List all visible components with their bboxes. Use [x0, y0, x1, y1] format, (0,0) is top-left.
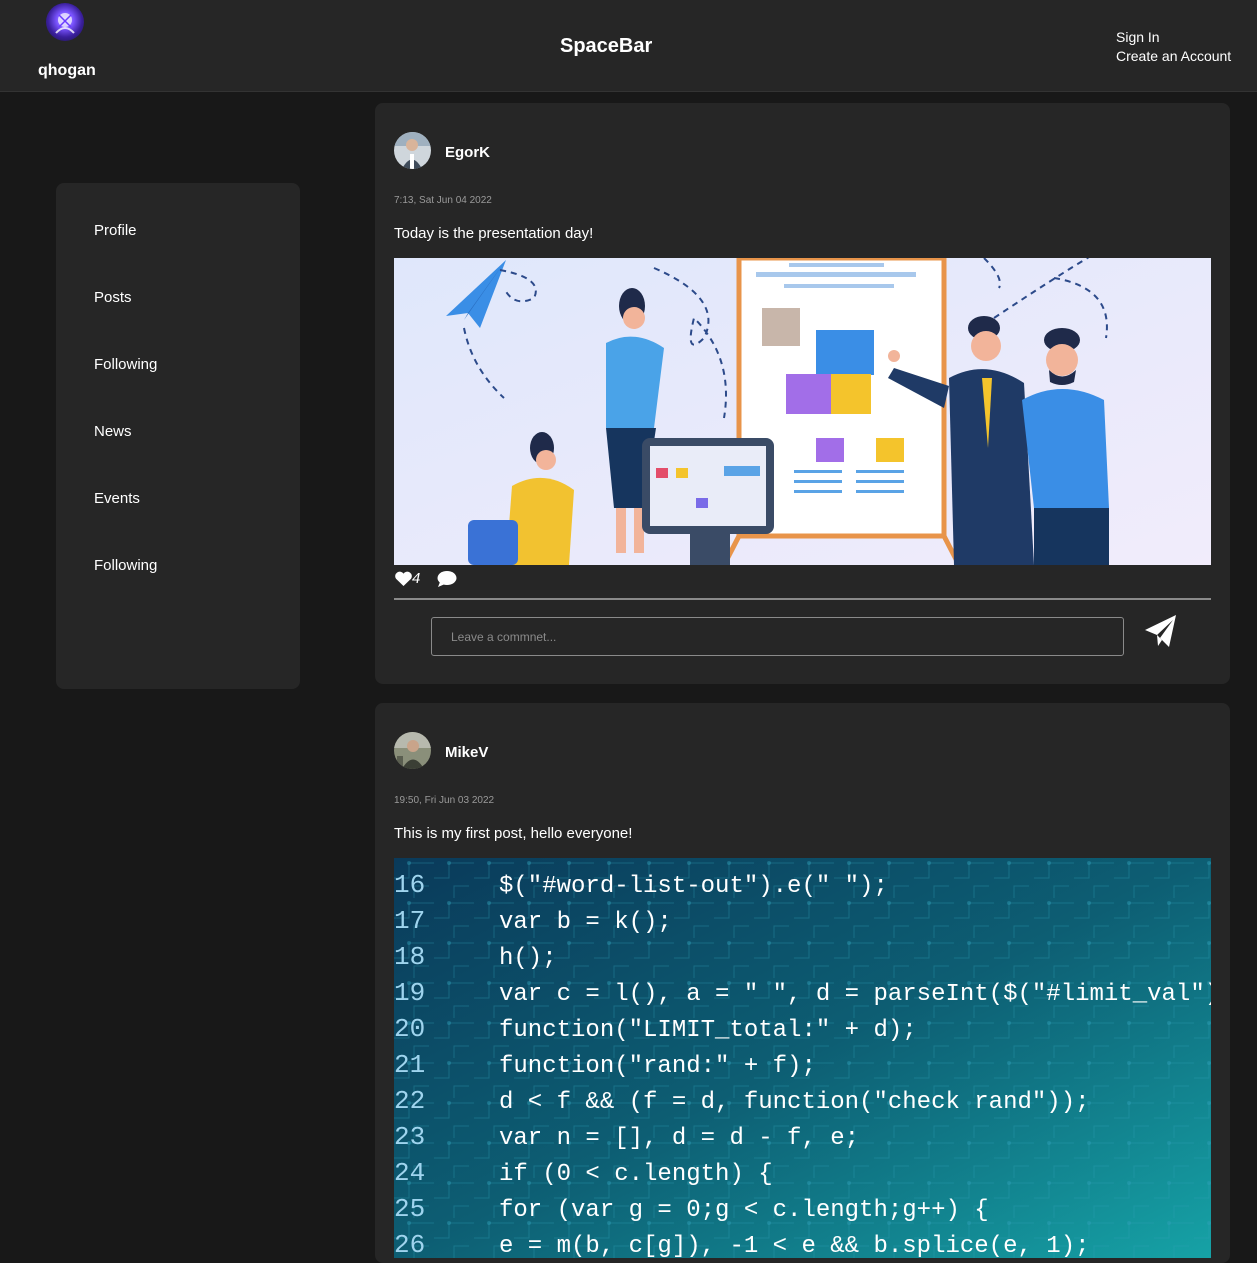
- code-line-text: function("rand:" + f);: [499, 1053, 816, 1080]
- post-card: EgorK 7:13, Sat Jun 04 2022 Today is the…: [375, 103, 1230, 684]
- sidebar-item-posts[interactable]: Posts: [94, 289, 132, 306]
- post-card: MikeV 19:50, Fri Jun 03 2022 This is my …: [375, 703, 1230, 1263]
- sidebar-item-events[interactable]: Events: [94, 490, 140, 507]
- code-line-text: for (var g = 0;g < c.length;g++) {: [499, 1197, 989, 1224]
- code-line-number: 24: [394, 1158, 425, 1188]
- code-line-text: var n = [], d = d - f, e;: [499, 1125, 859, 1152]
- current-user[interactable]: qhogan: [28, 0, 108, 91]
- sidebar-item-profile[interactable]: Profile: [94, 222, 137, 239]
- code-line-text: h();: [499, 945, 557, 972]
- like-count: 4: [412, 570, 421, 587]
- post-actions: 4: [394, 569, 594, 589]
- post-text: This is my first post, hello everyone!: [394, 825, 633, 842]
- code-line-number: 20: [394, 1014, 425, 1044]
- code-line-number: 21: [394, 1050, 425, 1080]
- post-text: Today is the presentation day!: [394, 225, 594, 242]
- sign-in-link[interactable]: Sign In: [1116, 28, 1231, 47]
- auth-links: Sign In Create an Account: [1116, 28, 1231, 66]
- code-line-text: var c = l(), a = " ", d = parseInt($("#l…: [499, 981, 1211, 1008]
- author-avatar[interactable]: [394, 132, 431, 169]
- code-line-number: 22: [394, 1086, 425, 1116]
- code-line-number: 23: [394, 1122, 425, 1152]
- code-line-number: 17: [394, 906, 425, 936]
- sidebar-item-news[interactable]: News: [94, 423, 132, 440]
- code-line-number: 19: [394, 978, 425, 1008]
- code-line-number: 25: [394, 1194, 425, 1224]
- post-timestamp: 19:50, Fri Jun 03 2022: [394, 795, 495, 806]
- heart-icon[interactable]: [394, 571, 413, 587]
- code-line-text: $("#word-list-out").e(" ");: [499, 873, 888, 900]
- post-divider: [394, 598, 1211, 600]
- post-author[interactable]: EgorK: [445, 144, 490, 161]
- code-line-number: 16: [394, 870, 425, 900]
- comment-input[interactable]: [431, 617, 1124, 656]
- post-image-presentation: [394, 258, 1211, 565]
- post-timestamp: 7:13, Sat Jun 04 2022: [394, 195, 492, 206]
- username[interactable]: qhogan: [38, 62, 96, 80]
- speech-bubble-icon[interactable]: [437, 570, 457, 588]
- code-line-text: d < f && (f = d, function("check rand"))…: [499, 1089, 1090, 1116]
- sidebar-item-following-2[interactable]: Following: [94, 557, 157, 574]
- code-line-text: e = m(b, c[g]), -1 < e && b.splice(e, 1)…: [499, 1233, 1090, 1258]
- app-title: SpaceBar: [560, 35, 653, 57]
- code-line-text: function("LIMIT_total:" + d);: [499, 1017, 917, 1044]
- top-header: qhogan SpaceBar Sign In Create an Accoun…: [0, 0, 1257, 92]
- code-line-text: var b = k();: [499, 909, 672, 936]
- create-account-link[interactable]: Create an Account: [1116, 47, 1231, 66]
- code-line-text: if (0 < c.length) {: [499, 1161, 773, 1188]
- sidebar-nav: Profile Posts Following News Events Foll…: [56, 183, 300, 689]
- user-avatar[interactable]: [46, 3, 84, 41]
- code-line-number: 18: [394, 942, 425, 972]
- author-avatar[interactable]: [394, 732, 431, 769]
- post-image-code: 16 $("#word-list-out").e(" "); 17 var b = k…: [394, 858, 1211, 1258]
- post-author[interactable]: MikeV: [445, 744, 488, 761]
- code-line-number: 26: [394, 1230, 425, 1258]
- paper-plane-icon[interactable]: [1143, 614, 1179, 648]
- sidebar-item-following[interactable]: Following: [94, 356, 157, 373]
